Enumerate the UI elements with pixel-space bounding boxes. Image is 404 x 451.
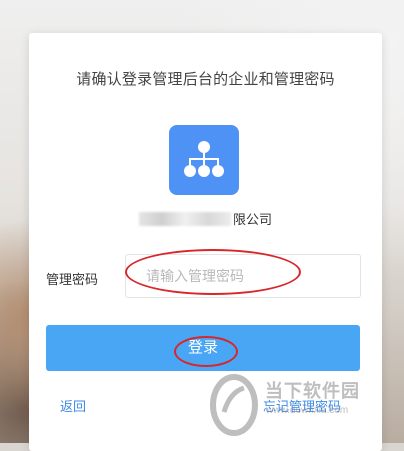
company-name: 限公司 [29,209,382,228]
login-button[interactable]: 登录 [46,325,360,371]
redacted-company-prefix [138,212,231,226]
watermark-name: 当下软件园 [265,381,360,401]
password-input[interactable] [125,254,361,298]
site-watermark: 当下软件园 www.downxia.com [210,372,404,443]
watermark-url: www.downxia.com [266,405,349,416]
back-link[interactable]: 返回 [60,396,86,415]
watermark-logo-icon [210,374,258,436]
password-label: 管理密码 [46,272,99,287]
dialog-title: 请确认登录管理后台的企业和管理密码 [76,71,335,88]
org-chart-icon [169,125,239,195]
